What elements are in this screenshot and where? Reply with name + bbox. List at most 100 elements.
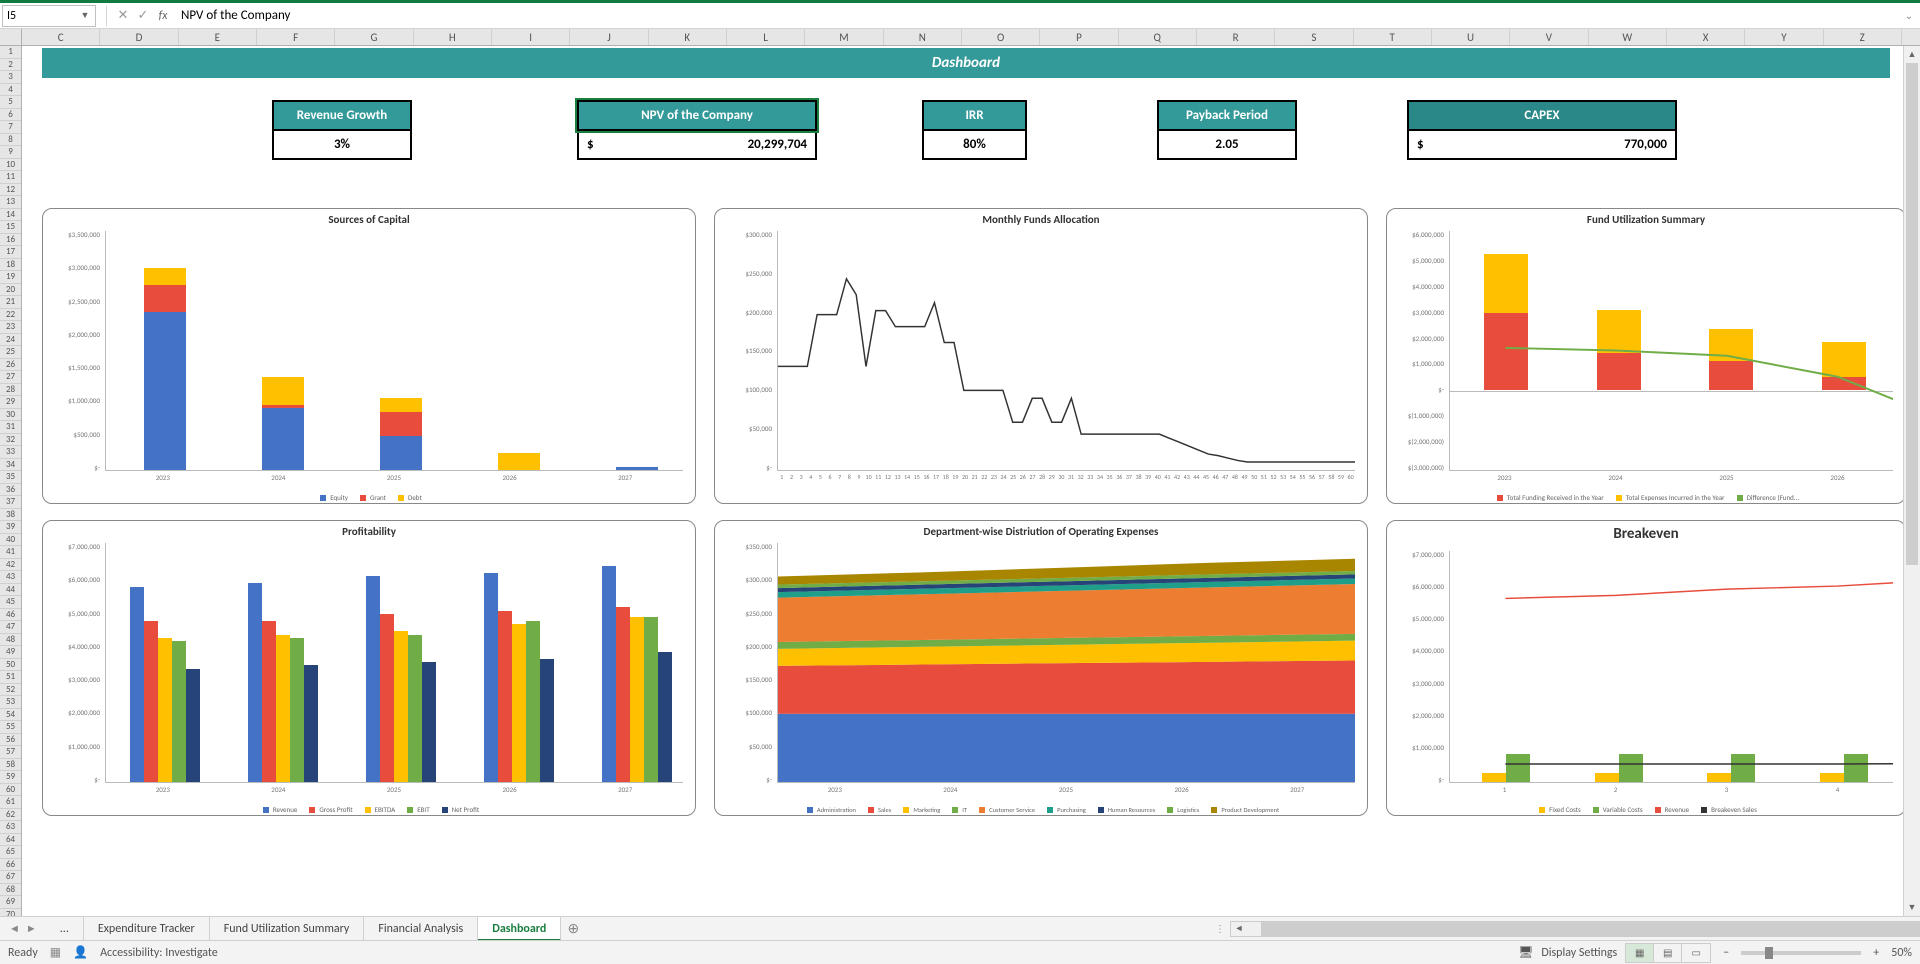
- row-header[interactable]: 41: [0, 546, 21, 559]
- zoom-slider-thumb[interactable]: [1765, 947, 1773, 959]
- sheet-tab-fund-utilization-summary[interactable]: Fund Utilization Summary: [210, 917, 365, 941]
- row-header[interactable]: 48: [0, 634, 21, 647]
- row-header[interactable]: 35: [0, 471, 21, 484]
- cancel-formula-icon[interactable]: ✕: [113, 8, 133, 23]
- add-sheet-button[interactable]: ⊕: [561, 920, 585, 937]
- vertical-scrollbar[interactable]: ▲ ▼: [1903, 46, 1920, 916]
- tab-split-handle[interactable]: ⋮: [1214, 922, 1226, 935]
- column-header[interactable]: P: [1040, 29, 1118, 45]
- row-header[interactable]: 18: [0, 259, 21, 272]
- column-header[interactable]: N: [884, 29, 962, 45]
- column-header[interactable]: W: [1589, 29, 1667, 45]
- zoom-out-button[interactable]: −: [1719, 946, 1733, 960]
- column-header[interactable]: G: [335, 29, 413, 45]
- row-header[interactable]: 68: [0, 884, 21, 897]
- row-header[interactable]: 32: [0, 434, 21, 447]
- row-header[interactable]: 30: [0, 409, 21, 422]
- column-header[interactable]: T: [1354, 29, 1432, 45]
- column-header[interactable]: H: [414, 29, 492, 45]
- row-header[interactable]: 11: [0, 171, 21, 184]
- tab-next-icon[interactable]: ►: [26, 922, 37, 935]
- sheet-tab-dashboard[interactable]: Dashboard: [478, 917, 561, 941]
- row-header[interactable]: 45: [0, 596, 21, 609]
- row-header[interactable]: 21: [0, 296, 21, 309]
- row-header[interactable]: 47: [0, 621, 21, 634]
- row-header[interactable]: 27: [0, 371, 21, 384]
- row-header[interactable]: 42: [0, 559, 21, 572]
- row-header[interactable]: 19: [0, 271, 21, 284]
- row-header[interactable]: 58: [0, 759, 21, 772]
- horizontal-scrollbar[interactable]: ◄ ►: [1230, 921, 1920, 937]
- row-header[interactable]: 6: [0, 109, 21, 122]
- column-header[interactable]: J: [570, 29, 648, 45]
- row-header[interactable]: 61: [0, 796, 21, 809]
- tab-ellipsis[interactable]: ...: [46, 917, 84, 941]
- row-header[interactable]: 5: [0, 96, 21, 109]
- zoom-level[interactable]: 50%: [1891, 946, 1912, 960]
- row-header[interactable]: 36: [0, 484, 21, 497]
- row-header[interactable]: 62: [0, 809, 21, 822]
- row-header[interactable]: 52: [0, 684, 21, 697]
- scroll-down-icon[interactable]: ▼: [1904, 899, 1920, 916]
- row-header[interactable]: 59: [0, 771, 21, 784]
- column-header[interactable]: D: [100, 29, 178, 45]
- sheet-tab-financial-analysis[interactable]: Financial Analysis: [364, 917, 478, 941]
- column-header[interactable]: X: [1667, 29, 1745, 45]
- row-header[interactable]: 20: [0, 284, 21, 297]
- expand-formula-bar-icon[interactable]: ⌄: [1900, 9, 1918, 22]
- row-header[interactable]: 43: [0, 571, 21, 584]
- row-header[interactable]: 25: [0, 346, 21, 359]
- row-header[interactable]: 1: [0, 46, 21, 59]
- row-header[interactable]: 53: [0, 696, 21, 709]
- row-header[interactable]: 17: [0, 246, 21, 259]
- row-header[interactable]: 51: [0, 671, 21, 684]
- row-header[interactable]: 34: [0, 459, 21, 472]
- column-header[interactable]: C: [22, 29, 100, 45]
- row-header[interactable]: 38: [0, 509, 21, 522]
- name-box[interactable]: I5 ▼: [2, 5, 96, 27]
- tab-prev-icon[interactable]: ◄: [9, 922, 20, 935]
- zoom-in-button[interactable]: +: [1869, 946, 1883, 960]
- row-header[interactable]: 4: [0, 84, 21, 97]
- row-header[interactable]: 44: [0, 584, 21, 597]
- page-break-button[interactable]: ▭: [1682, 944, 1710, 962]
- row-header[interactable]: 65: [0, 846, 21, 859]
- row-header[interactable]: 14: [0, 209, 21, 222]
- row-header[interactable]: 69: [0, 896, 21, 909]
- h-scroll-thumb[interactable]: [1261, 922, 1920, 936]
- row-header[interactable]: 46: [0, 609, 21, 622]
- row-header[interactable]: 7: [0, 121, 21, 134]
- row-header[interactable]: 22: [0, 309, 21, 322]
- chart-sources-capital[interactable]: Sources of Capital $3,500,000$3,000,000$…: [42, 208, 696, 504]
- column-header[interactable]: M: [805, 29, 883, 45]
- display-settings-label[interactable]: Display Settings: [1541, 946, 1617, 960]
- row-header[interactable]: 2: [0, 59, 21, 72]
- chart-monthly-funds[interactable]: Monthly Funds Allocation $300,000$250,00…: [714, 208, 1368, 504]
- row-header[interactable]: 55: [0, 721, 21, 734]
- chart-breakeven[interactable]: Breakeven $7,000,000$6,000,000$5,000,000…: [1386, 520, 1906, 816]
- row-header[interactable]: 54: [0, 709, 21, 722]
- normal-view-button[interactable]: ▦: [1626, 944, 1654, 962]
- row-header[interactable]: 13: [0, 196, 21, 209]
- row-header[interactable]: 33: [0, 446, 21, 459]
- select-all-corner[interactable]: [0, 29, 22, 45]
- column-header[interactable]: E: [179, 29, 257, 45]
- column-header[interactable]: K: [649, 29, 727, 45]
- row-header[interactable]: 12: [0, 184, 21, 197]
- column-header[interactable]: Z: [1824, 29, 1902, 45]
- column-header[interactable]: L: [727, 29, 805, 45]
- column-header[interactable]: Y: [1745, 29, 1823, 45]
- row-header[interactable]: 8: [0, 134, 21, 147]
- column-header[interactable]: F: [257, 29, 335, 45]
- confirm-formula-icon[interactable]: ✓: [133, 8, 153, 23]
- chart-profitability[interactable]: Profitability $7,000,000$6,000,000$5,000…: [42, 520, 696, 816]
- column-header[interactable]: V: [1510, 29, 1588, 45]
- column-header[interactable]: S: [1275, 29, 1353, 45]
- row-header[interactable]: 64: [0, 834, 21, 847]
- name-box-dropdown-icon[interactable]: ▼: [79, 10, 91, 21]
- macro-record-icon[interactable]: ▦: [50, 945, 61, 960]
- row-header[interactable]: 10: [0, 159, 21, 172]
- scroll-track[interactable]: [1904, 63, 1920, 899]
- row-header[interactable]: 24: [0, 334, 21, 347]
- row-header[interactable]: 15: [0, 221, 21, 234]
